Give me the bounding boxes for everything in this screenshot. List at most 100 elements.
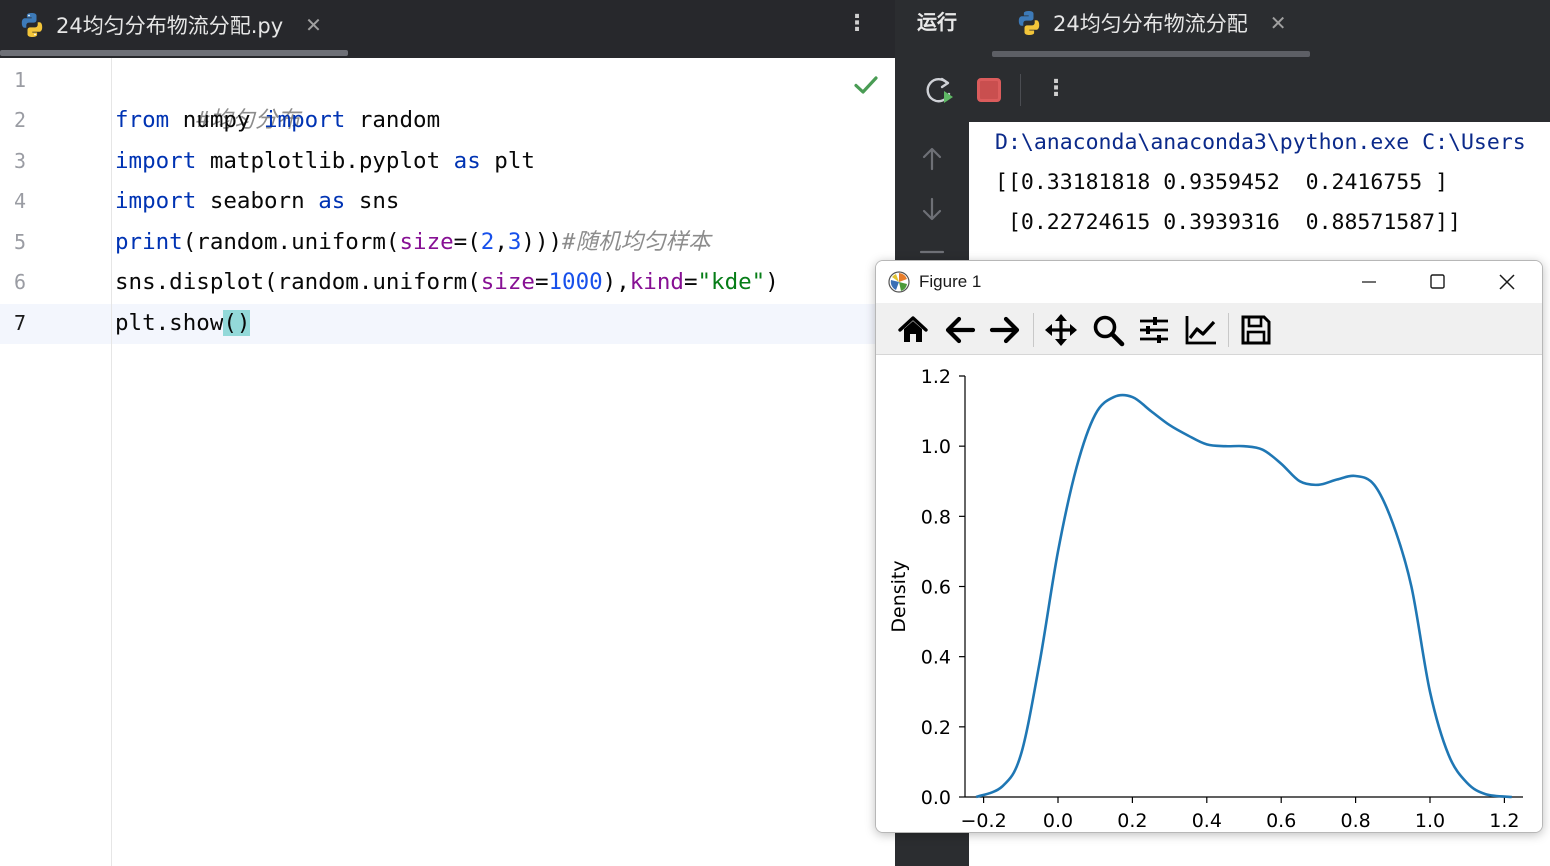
matplotlib-figure-window[interactable]: Figure 1 0.0 0.2 0.4 0.6 0.8 1.0 1.2 −0.… — [875, 260, 1543, 833]
home-icon[interactable] — [896, 313, 930, 347]
code-argument: size — [399, 229, 454, 255]
run-tab[interactable]: 24均匀分布物流分配 ✕ — [1015, 0, 1287, 46]
active-tab-indicator — [992, 51, 1310, 57]
figure-navigation-toolbar — [876, 303, 1542, 355]
python-run-config-icon — [1018, 11, 1040, 35]
code-comment: #随机均匀样本 — [562, 229, 711, 255]
x-tick-label: 0.2 — [1117, 810, 1147, 832]
configure-subplots-icon[interactable] — [1137, 313, 1171, 347]
code-string: "kde" — [697, 269, 766, 295]
code-text: ))) — [521, 229, 563, 255]
code-text: (random.uniform( — [182, 229, 400, 255]
line-number: 5 — [14, 230, 27, 254]
close-icon[interactable]: ✕ — [1270, 13, 1287, 33]
python-file-icon — [21, 13, 43, 37]
x-tick-label: 0.0 — [1043, 810, 1073, 832]
code-keyword: import — [115, 188, 197, 214]
line-number: 6 — [14, 270, 27, 294]
kde-density-chart: 0.0 0.2 0.4 0.6 0.8 1.0 1.2 −0.2 0.0 0.2 0.4 0.6 0.8… — [888, 366, 1523, 832]
pan-icon[interactable] — [1044, 313, 1078, 347]
close-icon[interactable] — [1484, 267, 1530, 297]
code-text: plt.show — [115, 310, 224, 336]
code-line-2[interactable]: from numpy import random — [115, 100, 440, 140]
code-line-3[interactable]: import matplotlib.pyplot as plt — [115, 141, 535, 181]
line-number-current: 7 — [14, 311, 27, 335]
rerun-icon[interactable] — [925, 74, 955, 106]
y-tick-label: 0.4 — [921, 647, 951, 669]
zoom-icon[interactable] — [1091, 313, 1125, 347]
edit-axis-icon[interactable] — [1184, 313, 1218, 347]
matched-brackets: () — [223, 310, 251, 336]
arrow-up-icon[interactable] — [919, 146, 945, 172]
y-tick-label: 1.2 — [921, 366, 951, 388]
toolbar-divider — [1020, 74, 1021, 106]
y-tick-label: 1.0 — [921, 436, 951, 458]
code-text: = — [534, 269, 549, 295]
y-tick-label: 0.0 — [921, 787, 951, 809]
code-keyword: import — [264, 107, 346, 133]
code-argument: kind — [629, 269, 684, 295]
code-keyword: as — [453, 148, 481, 174]
figure-title-bar[interactable]: Figure 1 — [876, 261, 1542, 303]
code-text: , — [494, 229, 508, 255]
line-number: 2 — [14, 108, 27, 132]
code-line-5[interactable]: print(random.uniform(size=(2,3)))#随机均匀样本 — [115, 222, 711, 262]
more-options-button[interactable]: ⋮ — [1045, 72, 1067, 108]
code-line-4[interactable]: import seaborn as sns — [115, 181, 399, 221]
code-line-7[interactable]: plt.show() — [115, 303, 251, 343]
code-keyword: import — [115, 148, 197, 174]
code-text: matplotlib.pyplot — [196, 148, 454, 174]
code-text: random — [345, 107, 441, 133]
code-text: = — [683, 269, 698, 295]
code-text: ) — [765, 269, 779, 295]
minimize-icon[interactable] — [1346, 267, 1392, 297]
stop-icon[interactable] — [977, 78, 1001, 102]
console-output-line: [[0.33181818 0.9359452 0.2416755 ] — [995, 170, 1449, 195]
editor-tab-bar: 24均匀分布物流分配.py ✕ ⋮ — [0, 0, 895, 58]
code-line-1[interactable]: #均匀分布 — [115, 60, 300, 133]
x-tick-label: 1.0 — [1415, 810, 1445, 832]
back-icon[interactable] — [943, 313, 977, 347]
code-editor[interactable]: 24均匀分布物流分配.py ✕ ⋮ 1 2 3 4 5 6 7 #均匀分布 fr… — [0, 0, 895, 866]
x-tick-label: 0.8 — [1340, 810, 1370, 832]
code-builtin: print — [115, 229, 183, 255]
editor-tab-file[interactable]: 24均匀分布物流分配.py ✕ — [0, 0, 322, 50]
console-command-line: D:\anaconda\anaconda3\python.exe C:\User… — [995, 130, 1526, 155]
more-options-button[interactable]: ⋮ — [846, 6, 868, 46]
kde-density-line — [975, 393, 1512, 799]
code-line-6[interactable]: sns.displot(random.uniform(size=1000),ki… — [115, 262, 779, 302]
code-text: sns — [345, 188, 400, 214]
check-icon[interactable] — [853, 72, 879, 98]
run-panel-title: 运行 — [917, 10, 957, 34]
code-number: 1000 — [548, 269, 603, 295]
matplotlib-logo-icon — [888, 271, 910, 293]
active-tab-indicator — [0, 50, 348, 56]
toolbar-separator — [1228, 313, 1229, 347]
code-text: =( — [453, 229, 481, 255]
y-tick-label: 0.8 — [921, 506, 951, 528]
y-tick-label: 0.6 — [921, 577, 951, 599]
plot-canvas[interactable]: 0.0 0.2 0.4 0.6 0.8 1.0 1.2 −0.2 0.0 0.2 0.4 0.6 0.8… — [876, 355, 1542, 832]
y-tick-label: 0.2 — [921, 717, 951, 739]
editor-tab-title: 24均匀分布物流分配.py — [56, 14, 284, 38]
forward-icon[interactable] — [988, 313, 1022, 347]
console-output-line: [0.22724615 0.3939316 0.88571587]] — [995, 210, 1461, 235]
close-icon[interactable]: ✕ — [305, 15, 322, 35]
code-number: 2 — [480, 229, 495, 255]
code-argument: size — [480, 269, 535, 295]
save-icon[interactable] — [1239, 313, 1273, 347]
code-text: seaborn — [196, 188, 319, 214]
x-tick-label: 1.2 — [1489, 810, 1519, 832]
code-text: ), — [602, 269, 630, 295]
code-number: 3 — [507, 229, 522, 255]
x-tick-label: 0.4 — [1192, 810, 1222, 832]
line-number: 3 — [14, 149, 27, 173]
x-tick-label: 0.6 — [1266, 810, 1296, 832]
maximize-icon[interactable] — [1414, 267, 1460, 297]
figure-title: Figure 1 — [919, 272, 982, 291]
code-keyword: as — [318, 188, 346, 214]
x-tick-label: −0.2 — [961, 810, 1007, 832]
toolbar-separator — [1033, 313, 1034, 347]
arrow-down-icon[interactable] — [919, 196, 945, 222]
code-keyword: from — [115, 107, 170, 133]
